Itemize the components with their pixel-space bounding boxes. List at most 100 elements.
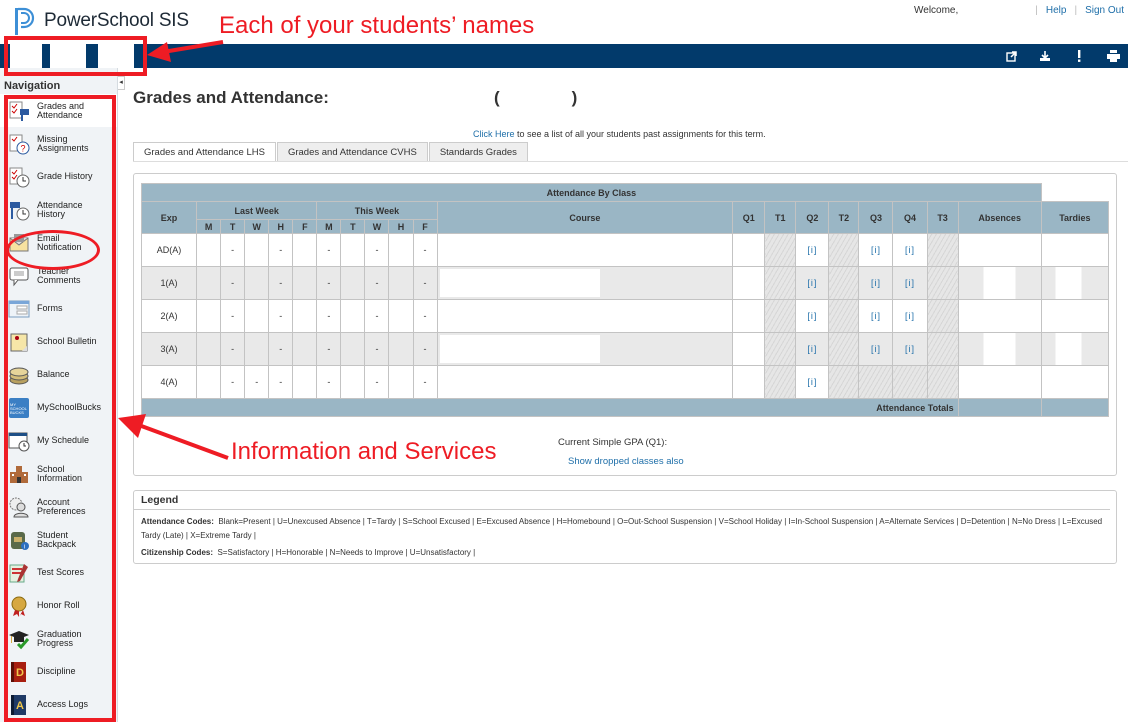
attendance-cell[interactable] [340,332,366,366]
grade-cell-q2[interactable]: [i] [795,266,830,300]
grade-info-link[interactable]: [i] [905,311,915,321]
sidebar-item-school-bulletin[interactable]: School Bulletin [0,325,117,358]
attendance-cell[interactable]: - [268,332,294,366]
grade-cell-q4[interactable]: [i] [892,332,928,366]
attendance-cell[interactable] [292,266,318,300]
grade-info-link[interactable]: [i] [905,278,915,288]
attendance-cell[interactable]: - [268,266,294,300]
grade-cell-q3[interactable]: [i] [858,332,894,366]
tab-grades-attendance-cvhs[interactable]: Grades and Attendance CVHS [276,142,428,161]
course-cell[interactable] [436,233,734,267]
grade-cell-q1[interactable] [732,299,766,333]
attendance-cell[interactable] [244,299,270,333]
grade-cell-q1[interactable] [732,365,766,399]
grade-cell-q4[interactable]: [i] [892,266,928,300]
attendance-cell[interactable] [292,365,318,399]
absences-cell[interactable] [957,233,1042,267]
attendance-cell[interactable] [196,365,222,399]
grade-info-link[interactable]: [i] [905,245,915,255]
show-dropped-classes-link[interactable]: Show dropped classes also [568,456,684,467]
grade-info-link[interactable]: [i] [871,245,881,255]
grade-cell-q3[interactable]: [i] [858,266,894,300]
attendance-cell[interactable] [244,233,270,267]
grade-cell-q3[interactable]: [i] [858,233,894,267]
powerschool-logo[interactable]: PowerSchool SIS [14,7,189,35]
sign-out-link[interactable]: Sign Out [1085,5,1124,16]
course-cell[interactable] [436,332,734,366]
grade-cell-q3[interactable]: [i] [858,299,894,333]
attendance-cell[interactable]: - [412,365,438,399]
attendance-cell[interactable]: - [268,299,294,333]
tardies-cell[interactable] [1040,266,1110,300]
attendance-cell[interactable] [292,233,318,267]
sidebar-item-my-schedule[interactable]: My Schedule [0,424,117,457]
sidebar-item-attendance-history[interactable]: Attendance History [0,193,117,226]
grade-cell-q2[interactable]: [i] [795,233,830,267]
course-cell[interactable] [436,365,734,399]
external-link-icon[interactable] [1004,49,1018,63]
sidebar-item-balance[interactable]: Balance [0,358,117,391]
grade-cell-q1[interactable] [732,332,766,366]
attendance-cell[interactable] [196,233,222,267]
grade-cell-q4[interactable]: [i] [892,233,928,267]
attendance-cell[interactable]: - [220,365,246,399]
attendance-cell[interactable]: - [412,233,438,267]
student-tab[interactable] [10,44,42,68]
absences-cell[interactable] [957,299,1042,333]
attendance-cell[interactable]: - [244,365,270,399]
attendance-cell[interactable]: - [364,365,390,399]
collapse-sidebar-button[interactable]: ◂ [118,76,125,90]
click-here-link[interactable]: Click Here [473,129,515,139]
attendance-cell[interactable]: - [316,299,342,333]
attendance-cell[interactable] [388,332,414,366]
sidebar-item-teacher-comments[interactable]: Teacher Comments [0,259,117,292]
sidebar-item-myschoolbucks[interactable]: MY SCHOOL BUCKS MySchoolBucks [0,391,117,424]
absences-cell[interactable] [957,365,1042,399]
sidebar-item-honor-roll[interactable]: Honor Roll [0,589,117,622]
sidebar-item-graduation-progress[interactable]: Graduation Progress [0,622,117,655]
student-tab[interactable] [50,44,86,68]
course-cell[interactable] [436,266,734,300]
attendance-cell[interactable]: - [268,233,294,267]
grade-cell-q2[interactable]: [i] [795,299,830,333]
attendance-cell[interactable]: - [220,233,246,267]
sidebar-item-grades-and-attendance[interactable]: Grades and Attendance [0,94,117,127]
student-tab[interactable] [98,44,134,68]
tardies-cell[interactable] [1040,365,1110,399]
grade-info-link[interactable]: [i] [871,311,881,321]
print-icon[interactable] [1106,49,1120,63]
grade-info-link[interactable]: [i] [807,377,817,387]
grade-info-link[interactable]: [i] [905,344,915,354]
sidebar-item-account-preferences[interactable]: Account Preferences [0,490,117,523]
attendance-cell[interactable] [388,266,414,300]
attendance-cell[interactable] [244,332,270,366]
grade-cell-q2[interactable]: [i] [795,365,830,399]
attendance-cell[interactable]: - [220,266,246,300]
sidebar-item-discipline[interactable]: D Discipline [0,655,117,688]
grade-info-link[interactable]: [i] [807,344,817,354]
sidebar-item-forms[interactable]: Forms [0,292,117,325]
tardies-cell[interactable] [1040,299,1110,333]
grade-info-link[interactable]: [i] [807,311,817,321]
absences-cell[interactable] [957,266,1042,300]
help-link[interactable]: Help [1046,5,1067,16]
grade-cell-q2[interactable]: [i] [795,332,830,366]
grade-info-link[interactable]: [i] [807,278,817,288]
tab-grades-attendance-lhs[interactable]: Grades and Attendance LHS [133,142,276,162]
attendance-cell[interactable]: - [364,332,390,366]
grade-info-link[interactable]: [i] [871,278,881,288]
sidebar-item-test-scores[interactable]: Test Scores [0,556,117,589]
attendance-cell[interactable] [196,299,222,333]
course-cell[interactable] [436,299,734,333]
attendance-cell[interactable] [292,332,318,366]
attendance-cell[interactable] [388,233,414,267]
attendance-cell[interactable] [340,266,366,300]
sidebar-item-school-information[interactable]: School Information [0,457,117,490]
tardies-cell[interactable] [1040,332,1110,366]
attendance-cell[interactable] [340,299,366,333]
grade-cell-q1[interactable] [732,266,766,300]
sidebar-item-grade-history[interactable]: Grade History [0,160,117,193]
attendance-cell[interactable]: - [220,299,246,333]
tardies-cell[interactable] [1040,233,1110,267]
sidebar-item-student-backpack[interactable]: i Student Backpack [0,523,117,556]
